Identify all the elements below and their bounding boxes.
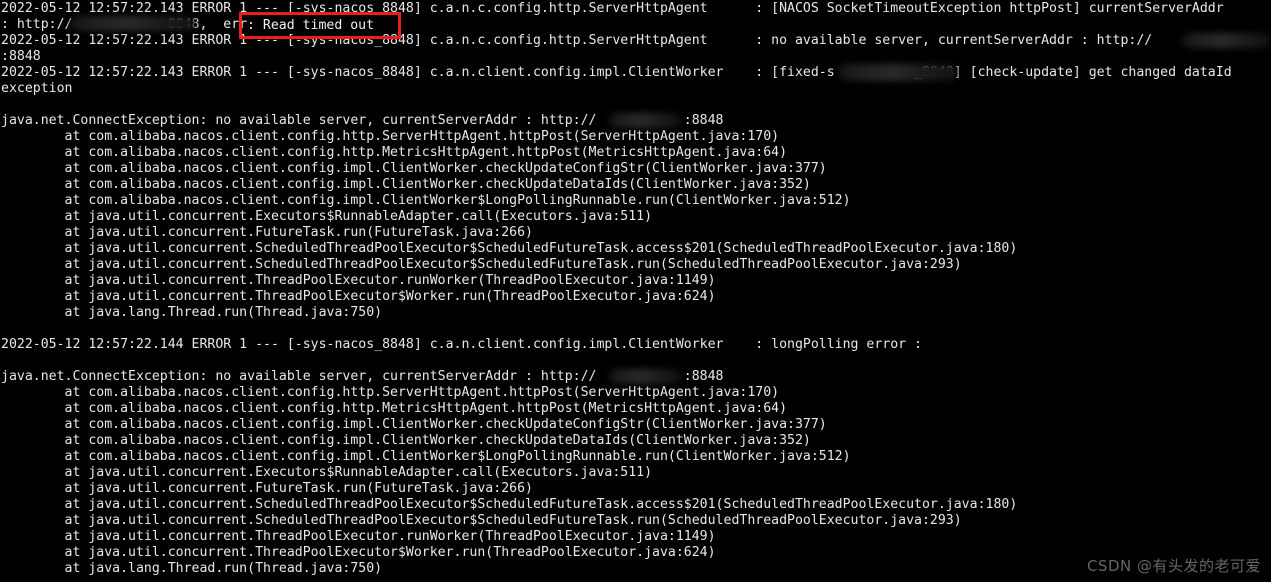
log-line: java.net.ConnectException: no available … [1, 369, 724, 384]
log-line: : http:// 8848, err [1, 17, 1200, 32]
log-line: 2022-05-12 12:57:22.144 ERROR 1 --- [-sy… [1, 337, 922, 352]
log-line: at com.alibaba.nacos.client.config.http.… [1, 129, 780, 144]
log-line: at java.util.concurrent.Executors$Runnab… [1, 465, 653, 480]
log-line: at com.alibaba.nacos.client.config.impl.… [1, 449, 851, 464]
log-output: 2022-05-12 12:57:22.143 ERROR 1 --- [-sy… [1, 1, 1271, 577]
log-line: at java.util.concurrent.ThreadPoolExecut… [1, 529, 716, 544]
log-line: at java.util.concurrent.ScheduledThreadP… [1, 241, 1018, 256]
log-line: at com.alibaba.nacos.client.config.impl.… [1, 193, 851, 208]
log-line: at java.util.concurrent.FutureTask.run(F… [1, 481, 533, 496]
log-line: at java.lang.Thread.run(Thread.java:750) [1, 561, 383, 576]
log-line: at com.alibaba.nacos.client.config.impl.… [1, 433, 811, 448]
terminal-log-view[interactable]: 2022-05-12 12:57:22.143 ERROR 1 --- [-sy… [0, 0, 1271, 582]
log-line: 2022-05-12 12:57:22.143 ERROR 1 --- [-sy… [1, 1, 1224, 16]
log-line: at com.alibaba.nacos.client.config.impl.… [1, 417, 827, 432]
log-line: exception [1, 81, 73, 96]
log-line: at java.util.concurrent.ThreadPoolExecut… [1, 545, 716, 560]
log-line: at com.alibaba.nacos.client.config.impl.… [1, 161, 827, 176]
log-line: at java.util.concurrent.ThreadPoolExecut… [1, 289, 716, 304]
log-line: at java.util.concurrent.ScheduledThreadP… [1, 257, 962, 272]
log-line: at com.alibaba.nacos.client.config.impl.… [1, 177, 811, 192]
log-line: 2022-05-12 12:57:22.143 ERROR 1 --- [-sy… [1, 33, 1153, 48]
csdn-watermark: CSDN @有头发的老可爱 [1086, 557, 1261, 575]
log-line: :8848 [1, 49, 41, 64]
log-line: 2022-05-12 12:57:22.143 ERROR 1 --- [-sy… [1, 65, 1232, 80]
log-line: at java.util.concurrent.ScheduledThreadP… [1, 497, 1018, 512]
log-line: at java.util.concurrent.ScheduledThreadP… [1, 513, 962, 528]
log-line: at com.alibaba.nacos.client.config.http.… [1, 145, 788, 160]
read-timed-out-highlight-box [239, 12, 401, 39]
log-line: at com.alibaba.nacos.client.config.http.… [1, 401, 788, 416]
log-line: at java.util.concurrent.FutureTask.run(F… [1, 225, 533, 240]
log-line: at java.util.concurrent.Executors$Runnab… [1, 209, 653, 224]
log-line: at java.lang.Thread.run(Thread.java:750) [1, 305, 383, 320]
log-line: java.net.ConnectException: no available … [1, 113, 724, 128]
log-line: at com.alibaba.nacos.client.config.http.… [1, 385, 780, 400]
log-line: at java.util.concurrent.ThreadPoolExecut… [1, 273, 716, 288]
